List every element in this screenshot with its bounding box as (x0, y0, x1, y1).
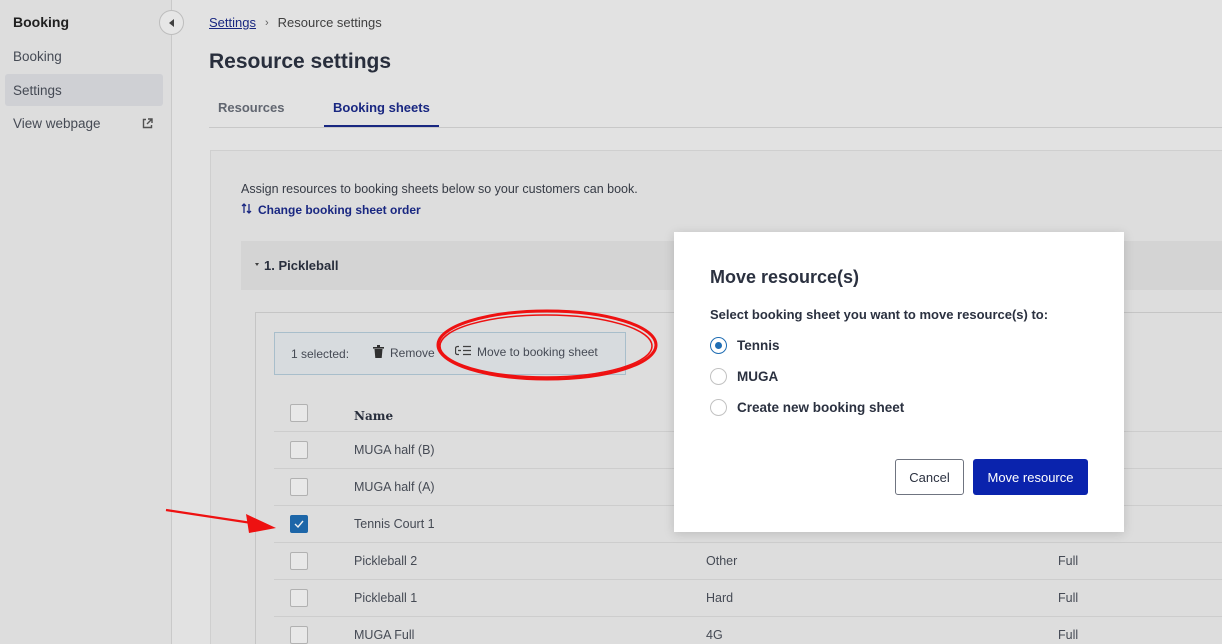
option-create-new[interactable]: Create new booking sheet (710, 398, 904, 416)
dialog-title: Move resource(s) (710, 267, 860, 287)
dialog-subtitle: Select booking sheet you want to move re… (710, 307, 1049, 322)
option-label: MUGA (737, 368, 779, 384)
option-muga[interactable]: MUGA (710, 367, 778, 385)
radio-selected[interactable] (710, 336, 727, 354)
option-tennis[interactable]: Tennis (710, 336, 780, 354)
radio[interactable] (710, 367, 727, 385)
move-resource-button[interactable]: Move resource (973, 459, 1088, 495)
radio[interactable] (710, 398, 727, 416)
option-label: Create new booking sheet (737, 399, 905, 415)
move-resource-dialog: Move resource(s) Select booking sheet yo… (674, 232, 1124, 532)
cancel-button[interactable]: Cancel (895, 459, 964, 495)
option-label: Tennis (737, 337, 780, 353)
